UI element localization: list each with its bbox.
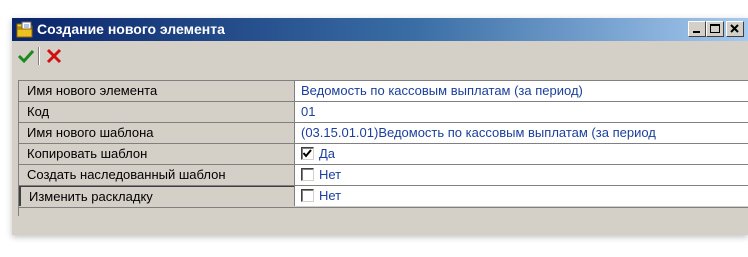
property-value: 01: [301, 104, 316, 119]
property-grid: Имя нового элемента Ведомость по кассовы…: [18, 80, 748, 216]
property-value-field[interactable]: Ведомость по кассовым выплатам (за перио…: [295, 81, 748, 101]
window-controls: [688, 21, 748, 38]
property-value: (03.15.01.01)Ведомость по кассовым выпла…: [301, 125, 656, 140]
property-label: Код: [27, 104, 50, 119]
property-label: Имя нового элемента: [27, 83, 158, 98]
property-value-field[interactable]: 01: [295, 102, 748, 122]
maximize-icon: [710, 24, 720, 33]
property-label: Имя нового шаблона: [27, 125, 154, 140]
copy-template-checkbox[interactable]: [301, 147, 314, 160]
minimize-button[interactable]: [688, 21, 706, 37]
title-bar[interactable]: Создание нового элемента: [12, 18, 748, 41]
property-value-field[interactable]: Да: [295, 144, 748, 164]
cross-icon: [46, 48, 62, 64]
checkmark-icon: [302, 149, 312, 158]
maximize-button[interactable]: [706, 21, 724, 37]
window-title: Создание нового элемента: [37, 21, 225, 37]
property-row-selected[interactable]: Изменить раскладку Нет: [19, 186, 748, 208]
minimize-icon: [693, 31, 700, 33]
toolbar-separator: [38, 47, 40, 65]
property-row[interactable]: Имя нового элемента Ведомость по кассовы…: [19, 81, 748, 102]
dialog-window: Создание нового элемента Имя нового элем…: [12, 18, 748, 235]
property-value: Ведомость по кассовым выплатам (за перио…: [301, 83, 583, 98]
property-row[interactable]: Копировать шаблон Да: [19, 144, 748, 165]
property-label: Создать наследованный шаблон: [27, 167, 226, 182]
property-row[interactable]: Код 01: [19, 102, 748, 123]
property-value-field[interactable]: Нет: [295, 165, 748, 185]
change-layout-checkbox[interactable]: [301, 189, 314, 202]
property-value: Да: [319, 146, 336, 161]
cancel-button[interactable]: [44, 46, 64, 66]
property-value-field[interactable]: Нет: [295, 186, 748, 206]
property-value-field[interactable]: (03.15.01.01)Ведомость по кассовым выпла…: [295, 123, 748, 143]
ok-button[interactable]: [16, 46, 36, 66]
close-icon: [730, 24, 739, 33]
property-row[interactable]: Имя нового шаблона (03.15.01.01)Ведомост…: [19, 123, 748, 144]
property-label: Изменить раскладку: [29, 189, 153, 204]
toolbar: [12, 41, 748, 71]
property-label: Копировать шаблон: [27, 146, 148, 161]
checkmark-icon: [17, 49, 35, 64]
close-button[interactable]: [726, 21, 744, 37]
property-value: Нет: [319, 188, 342, 203]
folder-document-icon: [16, 21, 34, 38]
inherited-template-checkbox[interactable]: [301, 168, 314, 181]
property-value: Нет: [319, 167, 342, 182]
property-row[interactable]: Создать наследованный шаблон Нет: [19, 165, 748, 186]
